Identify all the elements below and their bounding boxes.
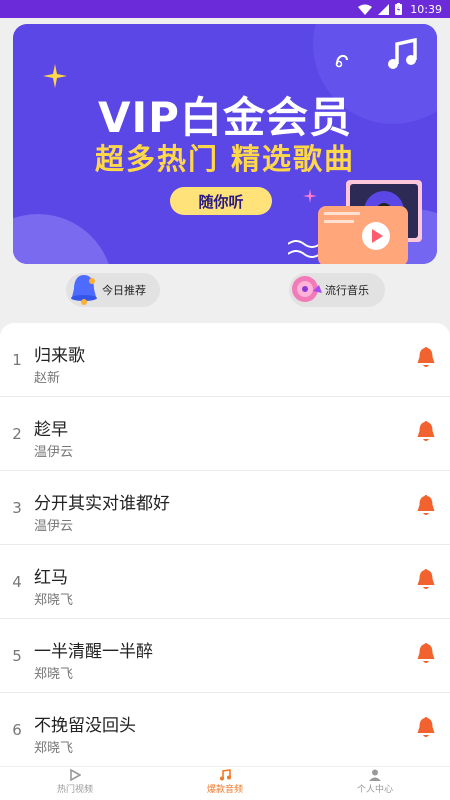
song-number: 3 xyxy=(12,499,22,517)
vip-banner[interactable]: VIP白金会员 超多热门 精选歌曲 随你听 xyxy=(13,24,437,264)
song-title: 趁早 xyxy=(34,420,68,440)
song-artist: 郑晓飞 xyxy=(34,741,74,756)
song-row[interactable]: 2 趁早温伊云 xyxy=(0,397,450,471)
battery-icon xyxy=(395,3,403,15)
song-list: 1 归来歌 赵新 2 趁早 温伊云 3 分开其实对谁都好 温伊云 4 红马 郑晓飞 5 一半清醒一半醉 郑晓… xyxy=(0,323,450,766)
vinyl-disc-icon xyxy=(292,276,322,302)
music-note-icon xyxy=(335,54,348,68)
quick-action-label: 今日推荐 xyxy=(102,284,146,297)
status-time: 10:39 xyxy=(410,2,442,16)
song-row[interactable]: 3 分开其实对谁都好温伊云 xyxy=(0,471,450,545)
bell-icon[interactable] xyxy=(416,643,436,665)
song-row[interactable]: 5 一半清醒一半醉郑晓飞 xyxy=(0,619,450,693)
signal-icon xyxy=(378,3,390,15)
song-artist: 温伊云 xyxy=(34,445,74,460)
tab-label: 个人中心 xyxy=(356,785,393,795)
song-artist: 赵新 xyxy=(34,371,61,386)
song-title: 一半清醒一半醉 xyxy=(34,642,153,662)
pop-music-button[interactable]: 流行音乐 xyxy=(289,273,385,307)
quick-action-label: 流行音乐 xyxy=(325,284,369,297)
bell-icon[interactable] xyxy=(416,495,436,517)
music-note-icon xyxy=(388,38,417,69)
bottom-tab-bar: 热门视频 爆款音频 个人中心 xyxy=(0,766,450,800)
music-note-icon xyxy=(220,769,231,781)
daily-recommend-button[interactable]: 今日推荐 xyxy=(66,273,160,307)
wifi-icon xyxy=(358,4,373,15)
song-number: 1 xyxy=(12,351,22,369)
bell-icon[interactable] xyxy=(416,347,436,369)
bell-icon[interactable] xyxy=(416,717,436,739)
tab-label: 爆款音频 xyxy=(206,785,243,795)
song-row[interactable]: 1 归来歌赵新 xyxy=(0,323,450,397)
song-number: 4 xyxy=(12,573,22,591)
song-row[interactable]: 6 不挽留没回头郑晓飞 xyxy=(0,693,450,766)
tab-profile[interactable]: 个人中心 xyxy=(300,767,450,800)
song-number: 2 xyxy=(12,425,22,443)
song-title: 不挽留没回头 xyxy=(34,716,136,736)
status-bar: 10:39 xyxy=(0,0,450,18)
bell-3d-icon xyxy=(71,275,97,305)
song-title: 归来歌 xyxy=(34,346,85,366)
listen-button[interactable]: 随你听 xyxy=(170,187,272,215)
play-icon xyxy=(70,769,81,781)
tab-label: 热门视频 xyxy=(56,785,93,795)
tab-hot-audio[interactable]: 爆款音频 xyxy=(150,767,300,800)
song-number: 6 xyxy=(12,721,22,739)
song-title: 分开其实对谁都好 xyxy=(34,494,170,514)
song-artist: 郑晓飞 xyxy=(34,667,74,682)
song-title: 红马 xyxy=(34,568,68,588)
banner-decor-circle xyxy=(13,214,113,264)
music-player-illustration xyxy=(288,180,422,264)
bell-icon[interactable] xyxy=(416,569,436,591)
banner-subtitle: 超多热门 精选歌曲 xyxy=(94,142,356,176)
bell-icon[interactable] xyxy=(416,421,436,443)
tab-hot-videos[interactable]: 热门视频 xyxy=(0,767,150,800)
song-number: 5 xyxy=(12,647,22,665)
song-artist: 郑晓飞 xyxy=(34,593,74,608)
song-artist: 温伊云 xyxy=(34,519,74,534)
user-icon xyxy=(369,769,381,781)
song-row[interactable]: 4 红马郑晓飞 xyxy=(0,545,450,619)
